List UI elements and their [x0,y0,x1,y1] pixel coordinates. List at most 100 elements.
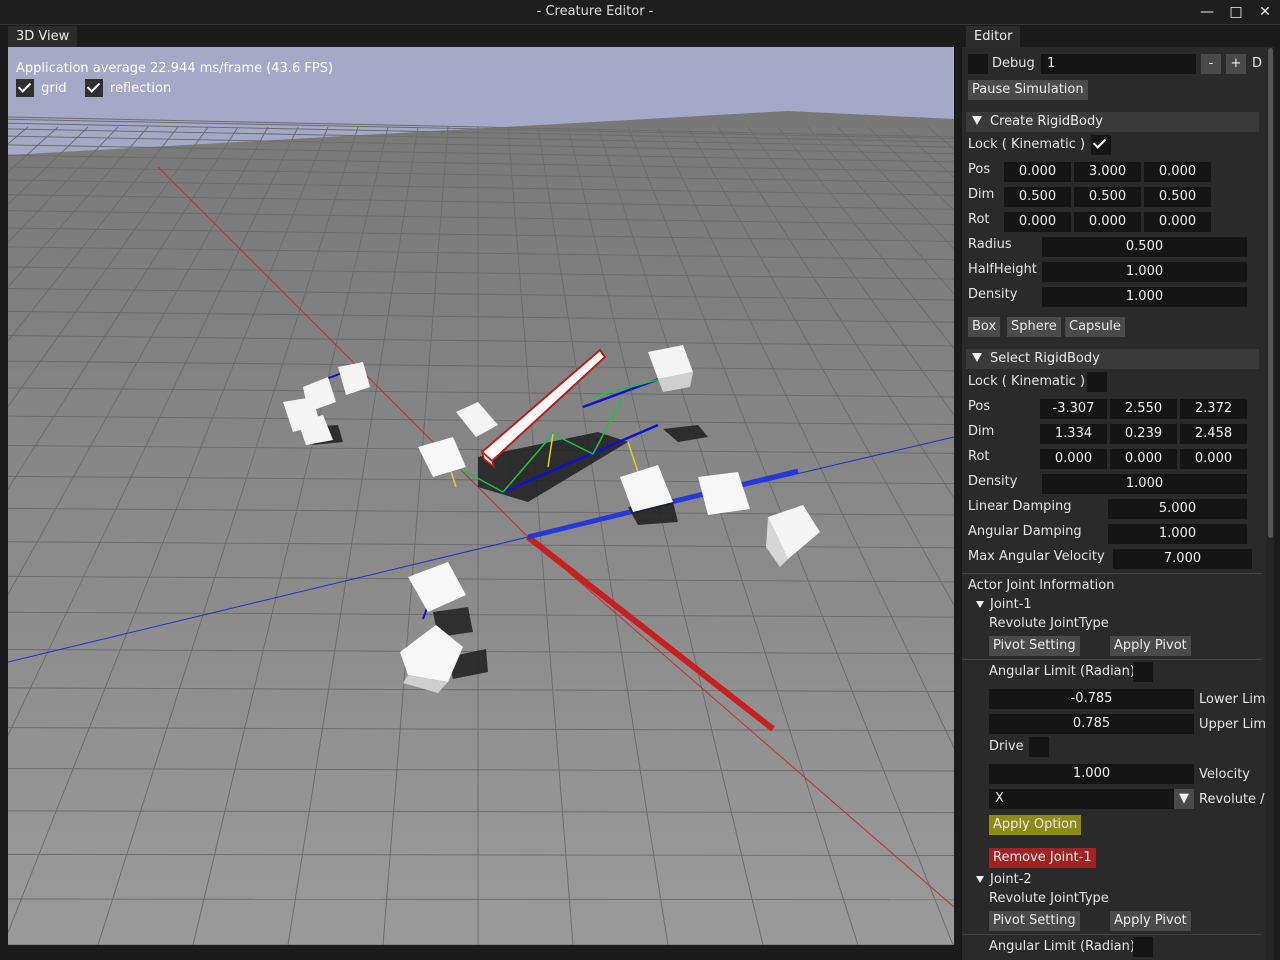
separator [962,934,1262,935]
select-dim-z[interactable]: 2.458 [1180,424,1247,444]
collapse-arrow-icon [972,353,982,362]
create-sphere-button[interactable]: Sphere [1007,317,1061,337]
expand-arrow-icon [976,876,984,883]
radius-label: Radius [968,237,1012,252]
apply-option-button[interactable]: Apply Option [989,815,1082,835]
joint-2-angular-limit-label: Angular Limit (Radian) [989,939,1135,954]
create-pos-z[interactable]: 0.000 [1144,162,1211,182]
tab-3d-view[interactable]: 3D View [8,26,78,47]
reflection-checkbox[interactable] [84,79,103,97]
viewport-overlay: Application average 22.944 ms/frame (43.… [16,61,333,97]
velocity-input[interactable]: 1.000 [989,764,1194,784]
halfheight-input[interactable]: 1.000 [1042,262,1247,282]
create-lock-label: Lock ( Kinematic ) [968,137,1086,152]
joint-2-angular-limit-checkbox[interactable] [1133,937,1153,957]
select-dim-label: Dim [968,424,995,439]
minimize-icon[interactable]: — [1194,2,1220,22]
select-lock-label: Lock ( Kinematic ) [968,374,1086,389]
drive-checkbox[interactable] [1029,737,1049,757]
create-rigidbody-title: Create RigidBody [990,114,1103,129]
joint-2-pivot-setting-button[interactable]: Pivot Setting [989,911,1080,931]
create-lock-checkbox[interactable] [1091,135,1111,155]
maximize-icon[interactable]: □ [1223,2,1249,22]
select-dim-x[interactable]: 1.334 [1040,424,1107,444]
pause-simulation-button[interactable]: Pause Simulation [968,80,1088,100]
viewport-3d[interactable]: Application average 22.944 ms/frame (43.… [8,47,954,945]
select-density-label: Density [968,474,1018,489]
joint-1-name: Joint-1 [990,597,1032,612]
joint-2-apply-pivot-button[interactable]: Apply Pivot [1110,911,1191,931]
separator [962,573,1262,574]
select-rot-x[interactable]: 0.000 [1040,449,1107,469]
joint-2-node[interactable]: Joint-2 [976,872,1032,887]
revolute-axis-select[interactable]: X [989,789,1174,809]
editor-panel: Debug 1 - + D Pause Simulation Create Ri… [962,47,1266,960]
upper-limit-label: Upper Lim [1199,717,1266,732]
select-pos-y[interactable]: 2.550 [1110,399,1177,419]
debug-decrement-button[interactable]: - [1201,54,1221,74]
lower-limit-input[interactable]: -0.785 [989,689,1194,709]
select-rot-y[interactable]: 0.000 [1110,449,1177,469]
create-pos-y[interactable]: 3.000 [1074,162,1141,182]
separator [962,659,1262,660]
create-rot-y[interactable]: 0.000 [1074,212,1141,232]
joint-1-node[interactable]: Joint-1 [976,597,1032,612]
editor-scrollbar-thumb[interactable] [1268,48,1273,538]
debug-label: Debug [992,56,1035,71]
create-dim-z[interactable]: 0.500 [1144,187,1211,207]
select-lock-checkbox[interactable] [1087,372,1107,392]
create-density-input[interactable]: 1.000 [1042,287,1247,307]
remove-joint-1-button[interactable]: Remove Joint-1 [989,848,1096,868]
radius-input[interactable]: 0.500 [1042,237,1247,257]
angular-limit-checkbox[interactable] [1133,662,1153,682]
joint-1-type: Revolute JointType [989,616,1109,631]
collapse-arrow-icon [972,116,982,125]
select-pos-x[interactable]: -3.307 [1040,399,1107,419]
create-rigidbody-header[interactable]: Create RigidBody [966,112,1259,132]
create-dim-label: Dim [968,187,995,202]
tab-editor[interactable]: Editor [966,26,1021,47]
angular-damping-input[interactable]: 1.000 [1108,524,1247,544]
create-rot-x[interactable]: 0.000 [1004,212,1071,232]
select-density-input[interactable]: 1.000 [1042,474,1247,494]
upper-limit-input[interactable]: 0.785 [989,714,1194,734]
halfheight-label: HalfHeight [968,262,1037,277]
grid-checkbox[interactable] [16,79,34,97]
select-rigidbody-header[interactable]: Select RigidBody [966,349,1259,369]
close-icon[interactable]: ✕ [1252,2,1278,22]
select-pos-z[interactable]: 2.372 [1180,399,1247,419]
max-angular-velocity-label: Max Angular Velocity [968,549,1105,564]
revolute-axis-label: Revolute / [1199,792,1265,807]
expand-arrow-icon [976,601,984,608]
create-capsule-button[interactable]: Capsule [1065,317,1125,337]
create-dim-y[interactable]: 0.500 [1074,187,1141,207]
create-rot-z[interactable]: 0.000 [1144,212,1211,232]
select-rigidbody-title: Select RigidBody [990,351,1100,366]
debug-checkbox[interactable] [968,54,988,74]
velocity-label: Velocity [1199,767,1250,782]
lower-limit-label: Lower Lim [1199,692,1266,707]
title-bar: - Creature Editor - — □ ✕ [0,0,1280,25]
scene-canvas [8,47,954,945]
joint-2-type: Revolute JointType [989,891,1109,906]
max-angular-velocity-input[interactable]: 7.000 [1113,549,1252,569]
create-pos-label: Pos [968,162,991,177]
select-dim-y[interactable]: 0.239 [1110,424,1177,444]
joint-1-apply-pivot-button[interactable]: Apply Pivot [1110,636,1191,656]
grid-label: grid [41,80,67,96]
select-rot-label: Rot [968,449,990,464]
debug-input[interactable]: 1 [1041,54,1196,74]
select-pos-label: Pos [968,399,991,414]
clipped-label: D [1252,56,1263,71]
fps-readout: Application average 22.944 ms/frame (43.… [16,61,334,76]
linear-damping-label: Linear Damping [968,499,1072,514]
select-rot-z[interactable]: 0.000 [1180,449,1247,469]
debug-increment-button[interactable]: + [1226,54,1246,74]
dropdown-arrow-icon[interactable]: ▼ [1174,789,1194,809]
joint-2-name: Joint-2 [990,872,1032,887]
create-pos-x[interactable]: 0.000 [1004,162,1071,182]
linear-damping-input[interactable]: 5.000 [1108,499,1247,519]
create-dim-x[interactable]: 0.500 [1004,187,1071,207]
create-box-button[interactable]: Box [968,317,1001,337]
joint-1-pivot-setting-button[interactable]: Pivot Setting [989,636,1080,656]
